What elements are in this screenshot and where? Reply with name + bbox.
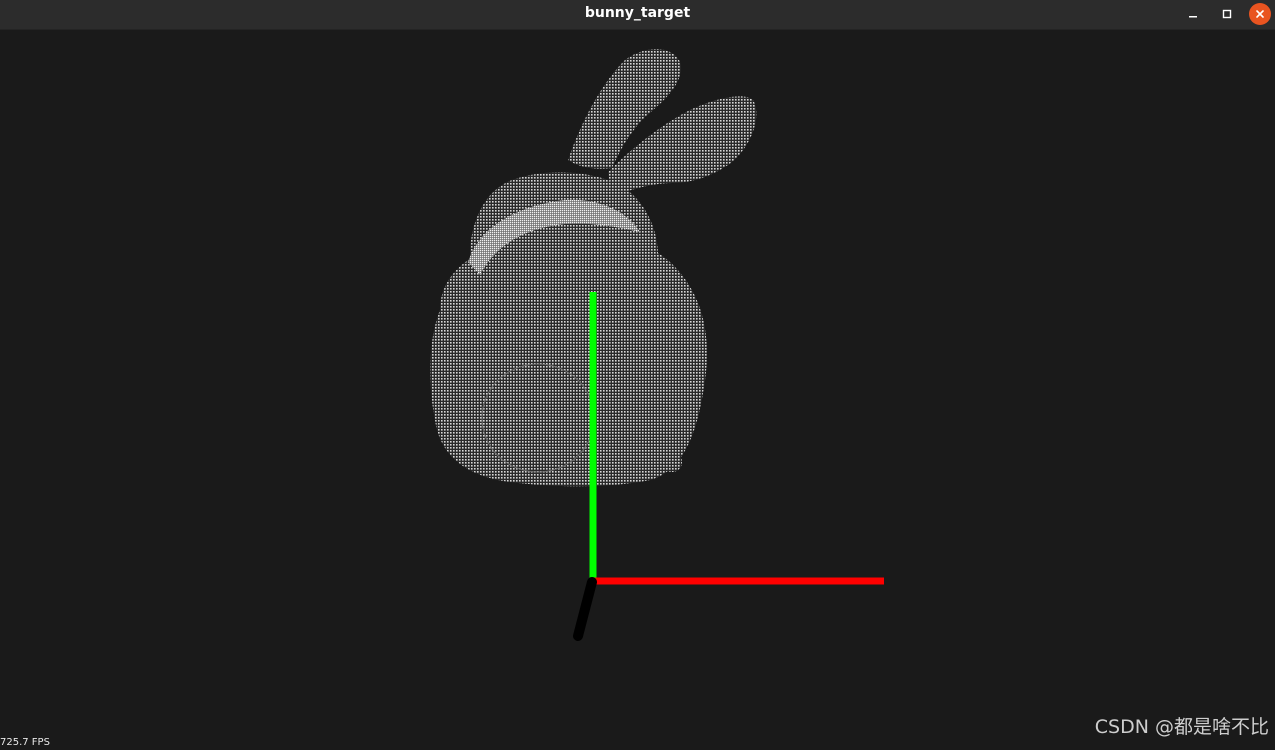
bunny-tail <box>662 452 682 472</box>
watermark: CSDN @都是啥不比 <box>1094 716 1269 738</box>
minimize-button[interactable] <box>1182 3 1204 25</box>
point-cloud-scene[interactable] <box>0 30 1275 750</box>
bunny-hind-leg <box>481 363 595 473</box>
fps-counter: 725.7 FPS <box>0 737 50 748</box>
close-icon <box>1256 10 1264 18</box>
title-bar[interactable]: bunny_target <box>0 0 1275 30</box>
window-title: bunny_target <box>584 5 691 21</box>
3d-viewport[interactable] <box>0 30 1275 750</box>
app-window: bunny_target 725.7 FPS CSDN @都是啥不比 <box>0 0 1275 750</box>
z-axis <box>573 577 597 641</box>
minimize-icon <box>1189 16 1197 18</box>
maximize-icon <box>1222 9 1232 19</box>
close-button[interactable] <box>1249 3 1271 25</box>
maximize-button[interactable] <box>1216 3 1238 25</box>
